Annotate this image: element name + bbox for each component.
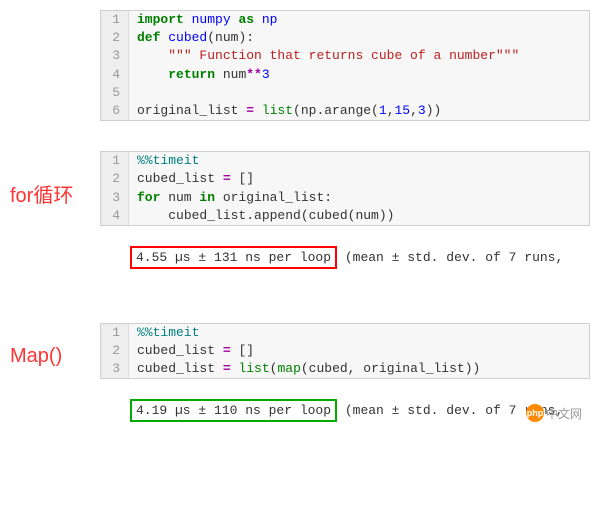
code-line: for num in original_list: (129, 189, 589, 207)
code-block-setup: 1 import numpy as np 2 def cubed(num): 3… (100, 10, 590, 121)
section-label-for: for循环 (10, 179, 100, 208)
code-line: import numpy as np (129, 11, 589, 29)
code-line: %%timeit (129, 324, 589, 342)
line-number: 4 (101, 207, 129, 225)
line-number: 4 (101, 66, 129, 84)
line-number: 2 (101, 342, 129, 360)
line-number: 1 (101, 324, 129, 342)
code-line: original_list = list(np.arange(1,15,3)) (129, 102, 589, 120)
line-number: 1 (101, 152, 129, 170)
watermark: php 中文网 (526, 404, 582, 422)
line-number: 6 (101, 102, 129, 120)
code-line (129, 84, 589, 102)
code-block-map: 1 %%timeit 2 cubed_list = [] 3 cubed_lis… (100, 323, 590, 380)
code-line: def cubed(num): (129, 29, 589, 47)
code-line: """ Function that returns cube of a numb… (129, 47, 589, 65)
code-line: %%timeit (129, 152, 589, 170)
line-number: 3 (101, 189, 129, 207)
line-number: 3 (101, 360, 129, 378)
code-line: cubed_list = list(map(cubed, original_li… (129, 360, 589, 378)
timing-highlight-for: 4.55 µs ± 131 ns per loop (130, 246, 337, 269)
section-label-map: Map() (10, 345, 100, 368)
code-line: cubed_list.append(cubed(num)) (129, 207, 589, 225)
output-map: 4.19 µs ± 110 ns per loop (mean ± std. d… (128, 395, 590, 426)
line-number: 2 (101, 29, 129, 47)
line-number: 5 (101, 84, 129, 102)
timing-highlight-map: 4.19 µs ± 110 ns per loop (130, 399, 337, 422)
line-number: 2 (101, 170, 129, 188)
code-line: return num**3 (129, 66, 589, 84)
line-number: 3 (101, 47, 129, 65)
watermark-text: 中文网 (546, 405, 582, 422)
code-line: cubed_list = [] (129, 342, 589, 360)
code-line: cubed_list = [] (129, 170, 589, 188)
output-for: 4.55 µs ± 131 ns per loop (mean ± std. d… (128, 242, 590, 273)
line-number: 1 (101, 11, 129, 29)
watermark-icon: php (526, 404, 544, 422)
code-block-for: 1 %%timeit 2 cubed_list = [] 3 for num i… (100, 151, 590, 226)
